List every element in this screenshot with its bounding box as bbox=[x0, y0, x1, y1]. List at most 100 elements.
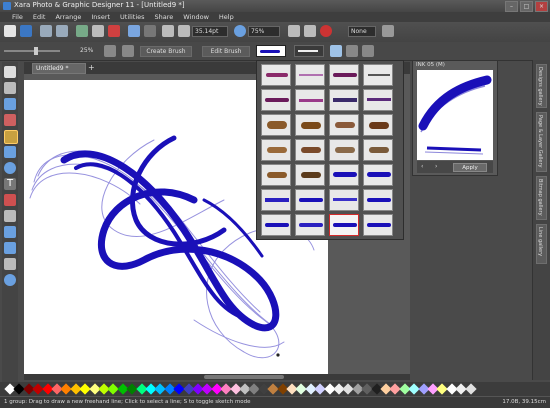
menu-window[interactable]: Window bbox=[183, 12, 209, 22]
ink-dropper-icon[interactable] bbox=[330, 45, 342, 57]
eraser-icon[interactable] bbox=[4, 114, 16, 126]
brush-swatch[interactable] bbox=[261, 164, 291, 186]
brush-swatch[interactable] bbox=[329, 189, 359, 211]
brush-swatch[interactable] bbox=[363, 139, 393, 161]
size-slider[interactable] bbox=[4, 50, 60, 52]
blend-icon[interactable] bbox=[4, 210, 16, 222]
brush-swatch[interactable] bbox=[363, 214, 393, 236]
window-controls: – □ × bbox=[505, 1, 548, 12]
menu-insert[interactable]: Insert bbox=[91, 12, 110, 22]
brush-swatch[interactable] bbox=[295, 89, 325, 111]
brush-icon[interactable] bbox=[178, 25, 190, 37]
undo-icon[interactable] bbox=[128, 25, 140, 37]
tab-page-layer-gallery[interactable]: Page & Layer Gallery bbox=[536, 112, 547, 172]
create-brush-button[interactable]: Create Brush bbox=[140, 46, 192, 57]
next-arrow-icon[interactable]: › bbox=[435, 163, 437, 170]
tab-bitmap-gallery[interactable]: Bitmap gallery bbox=[536, 176, 547, 220]
fill-icon[interactable] bbox=[4, 194, 16, 206]
selector-icon[interactable] bbox=[4, 66, 16, 78]
export-icon[interactable] bbox=[56, 25, 68, 37]
brush-swatch[interactable] bbox=[329, 164, 359, 186]
brush-swatch[interactable] bbox=[295, 164, 325, 186]
tab-line-gallery[interactable]: Line gallery bbox=[536, 224, 547, 264]
apply-button[interactable]: Apply bbox=[453, 163, 487, 172]
brush-swatch[interactable] bbox=[261, 64, 291, 86]
brush-swatch[interactable] bbox=[295, 64, 325, 86]
brush-swatch[interactable] bbox=[295, 114, 325, 136]
brush-swatch[interactable] bbox=[295, 139, 325, 161]
menu-utilities[interactable]: Utilities bbox=[120, 12, 144, 22]
brush-swatch[interactable] bbox=[363, 164, 393, 186]
color-swatch[interactable] bbox=[464, 383, 477, 395]
brush-swatch-selected[interactable] bbox=[329, 214, 359, 236]
brush-preview-panel: INK 05 (M) ‹ › Apply bbox=[412, 60, 498, 176]
menu-help[interactable]: Help bbox=[219, 12, 234, 22]
text-icon[interactable]: T bbox=[4, 178, 16, 190]
transparency-icon[interactable] bbox=[4, 98, 16, 110]
scroll-thumb[interactable] bbox=[204, 375, 284, 379]
brush-swatch[interactable] bbox=[261, 214, 291, 236]
brush-swatch[interactable] bbox=[261, 189, 291, 211]
toolbox: T bbox=[2, 62, 18, 382]
freehand-brush-icon[interactable] bbox=[4, 130, 18, 144]
minimize-icon[interactable]: – bbox=[505, 1, 518, 12]
contour-icon[interactable] bbox=[4, 226, 16, 238]
save-icon[interactable] bbox=[20, 25, 32, 37]
brush-swatch[interactable] bbox=[363, 189, 393, 211]
zoom-icon[interactable] bbox=[234, 25, 246, 37]
close-icon[interactable]: × bbox=[535, 1, 548, 12]
push-icon[interactable] bbox=[4, 258, 16, 270]
menu-edit[interactable]: Edit bbox=[33, 12, 46, 22]
menu-arrange[interactable]: Arrange bbox=[55, 12, 81, 22]
rectangle-icon[interactable] bbox=[4, 146, 16, 158]
brush-select[interactable] bbox=[256, 45, 286, 57]
pressure-icon[interactable] bbox=[104, 45, 116, 57]
delete-icon[interactable] bbox=[108, 25, 120, 37]
brush-swatch[interactable] bbox=[363, 64, 393, 86]
transform-icon[interactable] bbox=[162, 25, 174, 37]
copy-icon[interactable] bbox=[92, 25, 104, 37]
zoom-field[interactable]: 75% bbox=[248, 26, 280, 37]
line-width-field[interactable]: 35.14pt bbox=[192, 26, 228, 37]
zoom-tool-icon[interactable] bbox=[4, 274, 16, 286]
new-document-icon[interactable] bbox=[4, 25, 16, 37]
zoom-page-icon[interactable] bbox=[288, 25, 300, 37]
cut-icon[interactable] bbox=[76, 25, 88, 37]
ellipse-icon[interactable] bbox=[4, 162, 16, 174]
color-picker-icon[interactable] bbox=[382, 25, 394, 37]
shape-editor-icon[interactable] bbox=[4, 82, 16, 94]
new-tab-icon[interactable]: + bbox=[88, 63, 95, 72]
quality-select[interactable]: None bbox=[348, 26, 376, 37]
brush-swatch[interactable] bbox=[329, 114, 359, 136]
menu-share[interactable]: Share bbox=[155, 12, 174, 22]
snap-icon[interactable] bbox=[320, 25, 332, 37]
brush-swatch[interactable] bbox=[295, 189, 325, 211]
brush-swatch[interactable] bbox=[261, 89, 291, 111]
brush-settings-icon[interactable] bbox=[362, 45, 374, 57]
brush-preview-image bbox=[417, 70, 493, 160]
document-tab[interactable]: Untitled9 * bbox=[32, 63, 86, 74]
tab-designs-gallery[interactable]: Designs gallery bbox=[536, 64, 547, 108]
brush-swatch[interactable] bbox=[261, 139, 291, 161]
stroke-shape-select[interactable] bbox=[294, 45, 324, 57]
brush-swatch[interactable] bbox=[261, 114, 291, 136]
edit-brush-button[interactable]: Edit Brush bbox=[202, 46, 250, 57]
brush-swatch[interactable] bbox=[363, 114, 393, 136]
brush-swatch[interactable] bbox=[329, 64, 359, 86]
brush-swatch[interactable] bbox=[329, 89, 359, 111]
smoothing-icon[interactable] bbox=[122, 45, 134, 57]
maximize-icon[interactable]: □ bbox=[520, 1, 533, 12]
status-coordinates: 17.0B, 39.15cm bbox=[502, 399, 546, 405]
import-icon[interactable] bbox=[40, 25, 52, 37]
zoom-drawing-icon[interactable] bbox=[304, 25, 316, 37]
brush-swatch[interactable] bbox=[295, 214, 325, 236]
redo-icon[interactable] bbox=[144, 25, 156, 37]
slider-handle[interactable] bbox=[34, 47, 38, 55]
horizontal-scrollbar[interactable] bbox=[24, 374, 410, 380]
shadow-icon[interactable] bbox=[4, 242, 16, 254]
prev-arrow-icon[interactable]: ‹ bbox=[421, 163, 423, 170]
brush-swatch[interactable] bbox=[329, 139, 359, 161]
menu-file[interactable]: File bbox=[12, 12, 23, 22]
brush-options-icon[interactable] bbox=[346, 45, 358, 57]
brush-swatch[interactable] bbox=[363, 89, 393, 111]
